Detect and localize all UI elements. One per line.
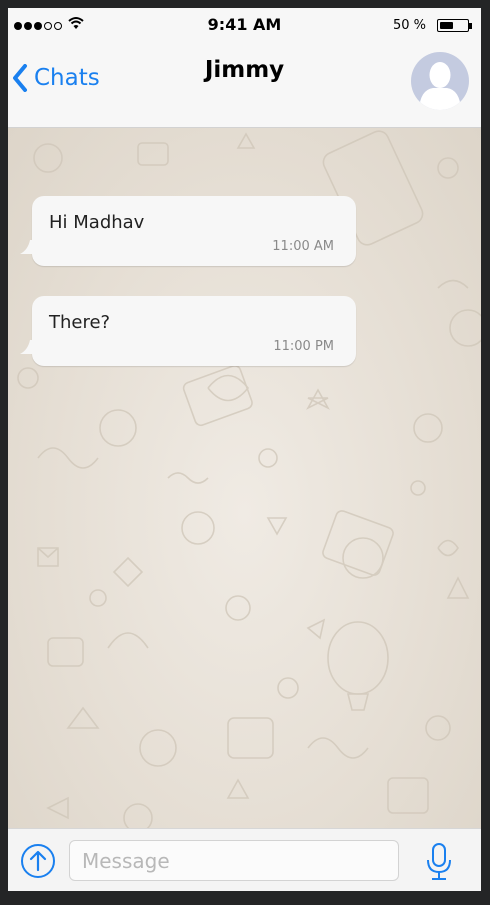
message-input[interactable] — [69, 840, 399, 881]
message-text: There? — [49, 312, 111, 333]
upload-button[interactable] — [20, 843, 56, 883]
upload-arrow-icon — [21, 844, 55, 878]
bubble-tail — [20, 240, 36, 254]
phone-screen: 9:41 AM 50 % Chats Jimmy Hi Madhav 11:00… — [8, 8, 481, 891]
person-avatar-icon[interactable] — [411, 52, 469, 110]
message-time: 11:00 PM — [273, 339, 334, 354]
battery-tip — [469, 23, 472, 29]
microphone-button[interactable] — [426, 843, 452, 885]
battery-percent: 50 % — [392, 18, 426, 33]
message-bubble[interactable]: There? 11:00 PM — [20, 296, 356, 366]
navigation-bar: Chats Jimmy — [8, 44, 481, 128]
microphone-icon — [427, 843, 451, 880]
message-bubble[interactable]: Hi Madhav 11:00 AM — [20, 196, 356, 266]
chat-area: Hi Madhav 11:00 AM There? 11:00 PM — [8, 128, 481, 828]
battery-icon — [437, 19, 469, 32]
message-input-bar — [8, 828, 481, 891]
message-text: Hi Madhav — [49, 212, 145, 233]
bubble-tail — [20, 340, 36, 354]
battery-level — [440, 22, 453, 29]
status-bar: 9:41 AM 50 % — [8, 8, 481, 44]
message-time: 11:00 AM — [272, 239, 334, 254]
